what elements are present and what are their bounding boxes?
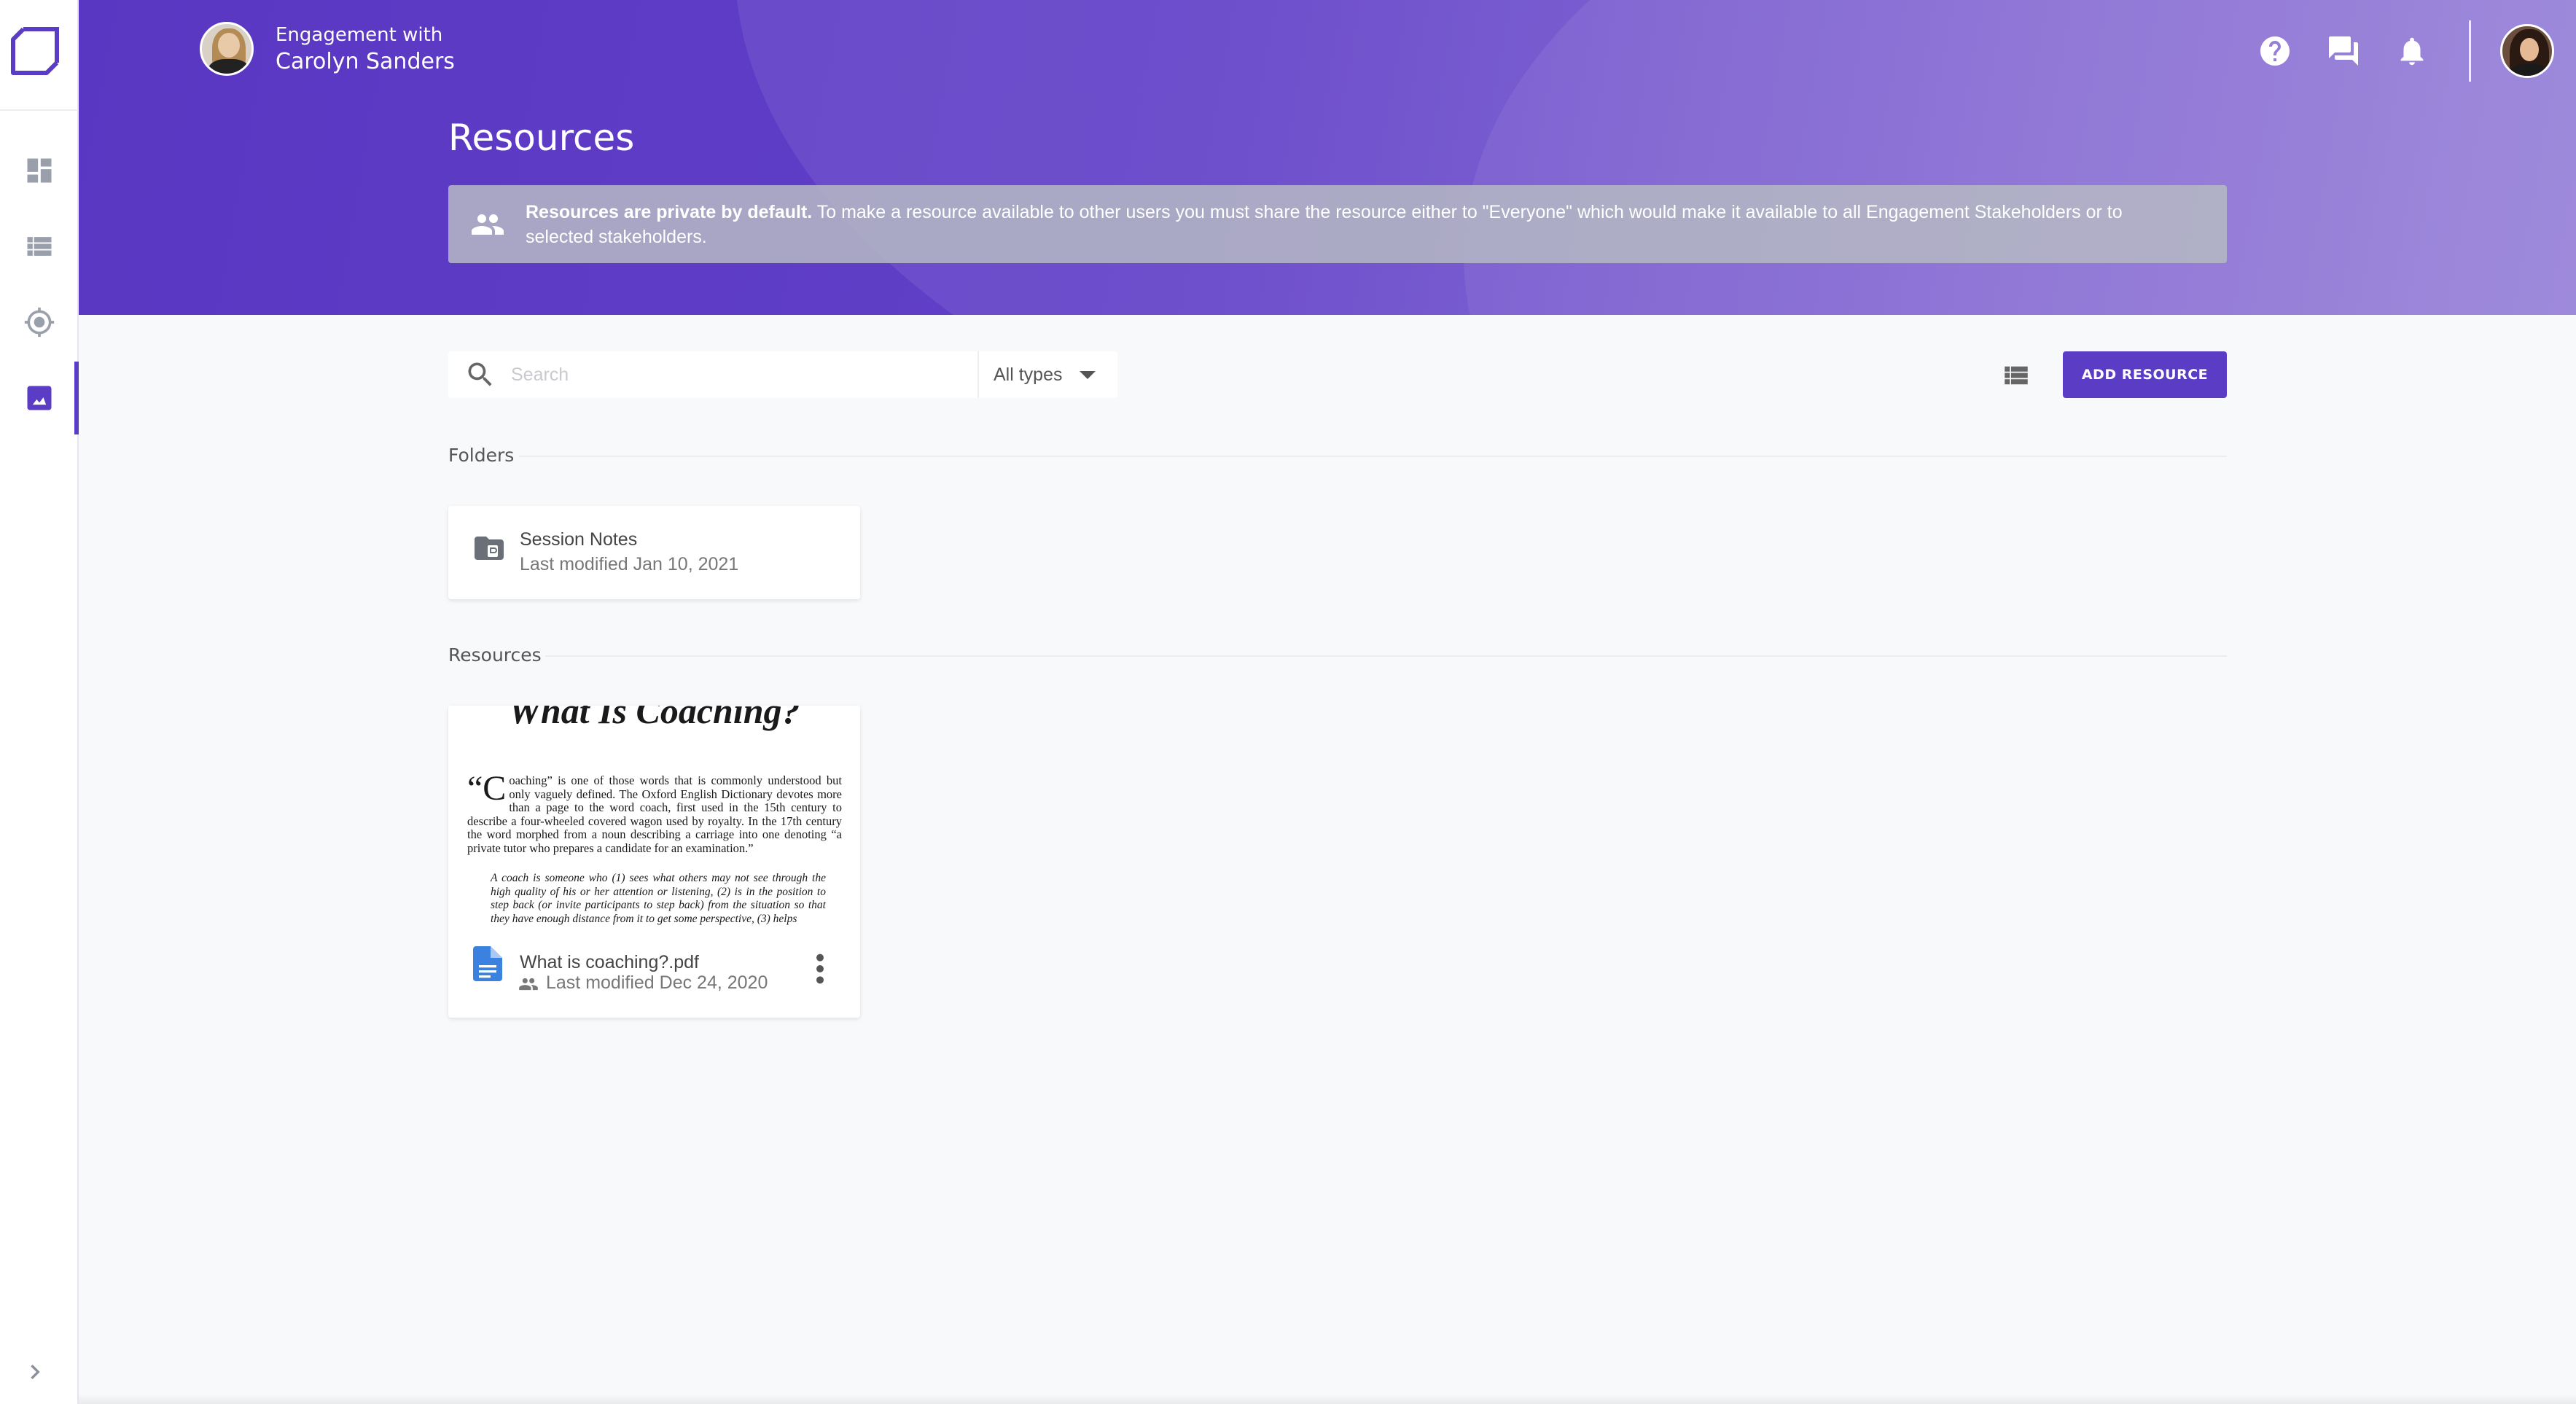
type-filter-value: All types [994, 364, 1063, 385]
image-icon [27, 386, 52, 410]
search-box[interactable] [448, 351, 977, 398]
chevron-right-icon[interactable] [20, 1357, 50, 1387]
resources-heading: Resources [448, 644, 542, 666]
bell-icon [2400, 37, 2424, 66]
banner-text: Resources are private by default. To mak… [526, 200, 2183, 249]
list-view-icon[interactable] [2001, 360, 2031, 391]
folder-card[interactable]: Session Notes Last modified Jan 10, 2021 [448, 506, 860, 599]
preview-title: What Is Coaching? [508, 706, 800, 731]
help-button[interactable] [2256, 32, 2294, 70]
nav-dashboard[interactable] [0, 134, 79, 207]
resource-toolbar: All types ADD RESOURCE [448, 351, 2227, 398]
bottom-edge [79, 1394, 2576, 1404]
privacy-info-banner: Resources are private by default. To mak… [448, 185, 2227, 263]
preview-drop-cap: “C [467, 769, 507, 808]
folder-name: Session Notes [520, 529, 638, 550]
people-icon [472, 214, 504, 235]
type-filter-select[interactable]: All types [977, 351, 1117, 398]
messages-button[interactable] [2325, 32, 2362, 70]
preview-quote: A coach is someone who (1) sees what oth… [491, 872, 826, 925]
target-icon [24, 307, 55, 338]
toolbar-separator [2469, 20, 2471, 82]
folder-modified: Last modified Jan 10, 2021 [520, 554, 739, 574]
shared-people-icon [519, 978, 538, 991]
notifications-button[interactable] [2393, 32, 2431, 70]
search-icon [468, 362, 492, 386]
resources-divider [545, 655, 2227, 657]
caret-down-icon [1080, 370, 1096, 379]
document-icon [473, 946, 502, 981]
chat-icon [2329, 36, 2358, 66]
more-vertical-icon[interactable] [810, 952, 830, 986]
client-avatar [200, 22, 254, 76]
list-icon [27, 237, 52, 256]
top-toolbar [2225, 20, 2576, 82]
nav-goals[interactable] [0, 286, 79, 359]
folders-divider [519, 456, 2227, 457]
user-avatar[interactable] [2500, 24, 2554, 78]
shared-folder-icon [475, 537, 504, 560]
preview-paragraph: “C oaching” is one of those words that is… [467, 769, 842, 855]
resource-name: What is coaching?.pdf [520, 952, 699, 972]
folders-heading: Folders [448, 445, 515, 466]
app-logo-icon[interactable] [10, 26, 60, 76]
left-rail [0, 0, 79, 1404]
engagement-label: Engagement with [276, 23, 443, 46]
page-title: Resources [448, 117, 635, 159]
banner-bold-text: Resources are private by default. [526, 201, 813, 222]
document-preview[interactable]: What Is Coaching? “C oaching” is one of t… [448, 706, 860, 928]
search-input[interactable] [511, 364, 948, 386]
client-name: Carolyn Sanders [276, 48, 455, 74]
help-icon [2260, 36, 2290, 66]
rail-divider [0, 109, 79, 111]
resource-modified: Last modified Dec 24, 2020 [546, 972, 768, 993]
resource-card[interactable]: What Is Coaching? “C oaching” is one of t… [448, 706, 860, 1018]
dashboard-icon [27, 158, 52, 183]
add-resource-button[interactable]: ADD RESOURCE [2063, 351, 2227, 398]
nav-list[interactable] [0, 210, 79, 283]
preview-paragraph-text: oaching” is one of those words that is c… [467, 773, 842, 855]
nav-resources[interactable] [0, 362, 79, 434]
engagement-info[interactable]: Engagement with Carolyn Sanders [200, 22, 455, 76]
